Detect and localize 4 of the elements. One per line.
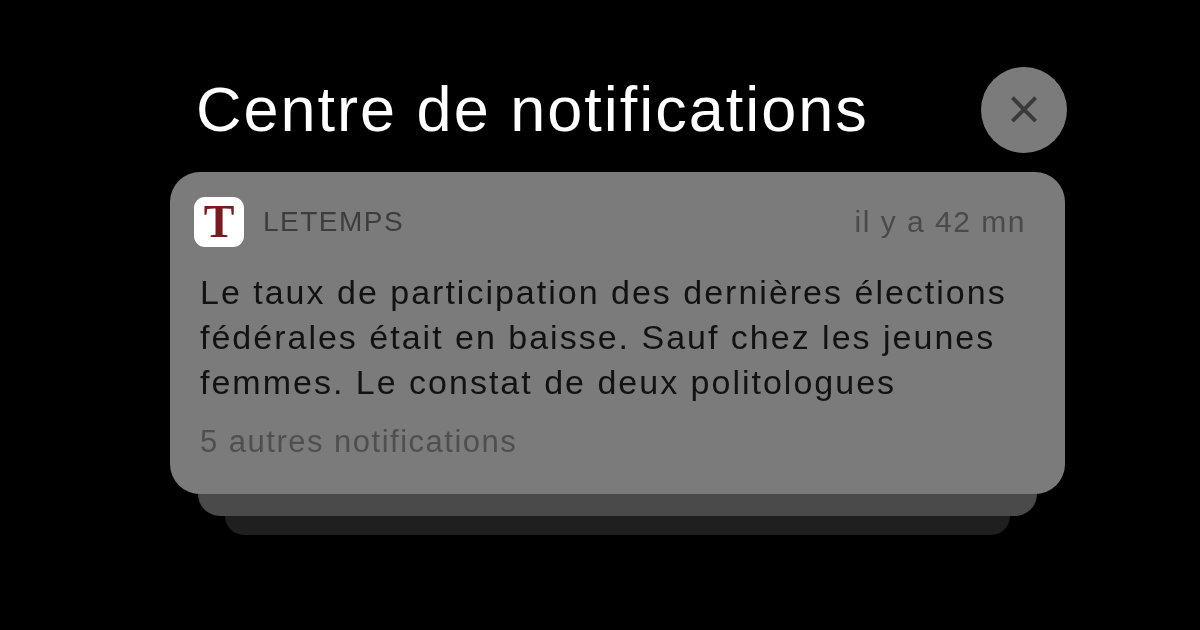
page-title: Centre de notifications	[196, 73, 869, 147]
app-name: LETEMPS	[263, 206, 405, 238]
app-icon: T	[194, 197, 244, 247]
notification-text: Le taux de participation des dernières élections fédérales était en baisse. Sauf chez les jeunes femmes. Le constat de deux politologues	[200, 272, 1008, 403]
